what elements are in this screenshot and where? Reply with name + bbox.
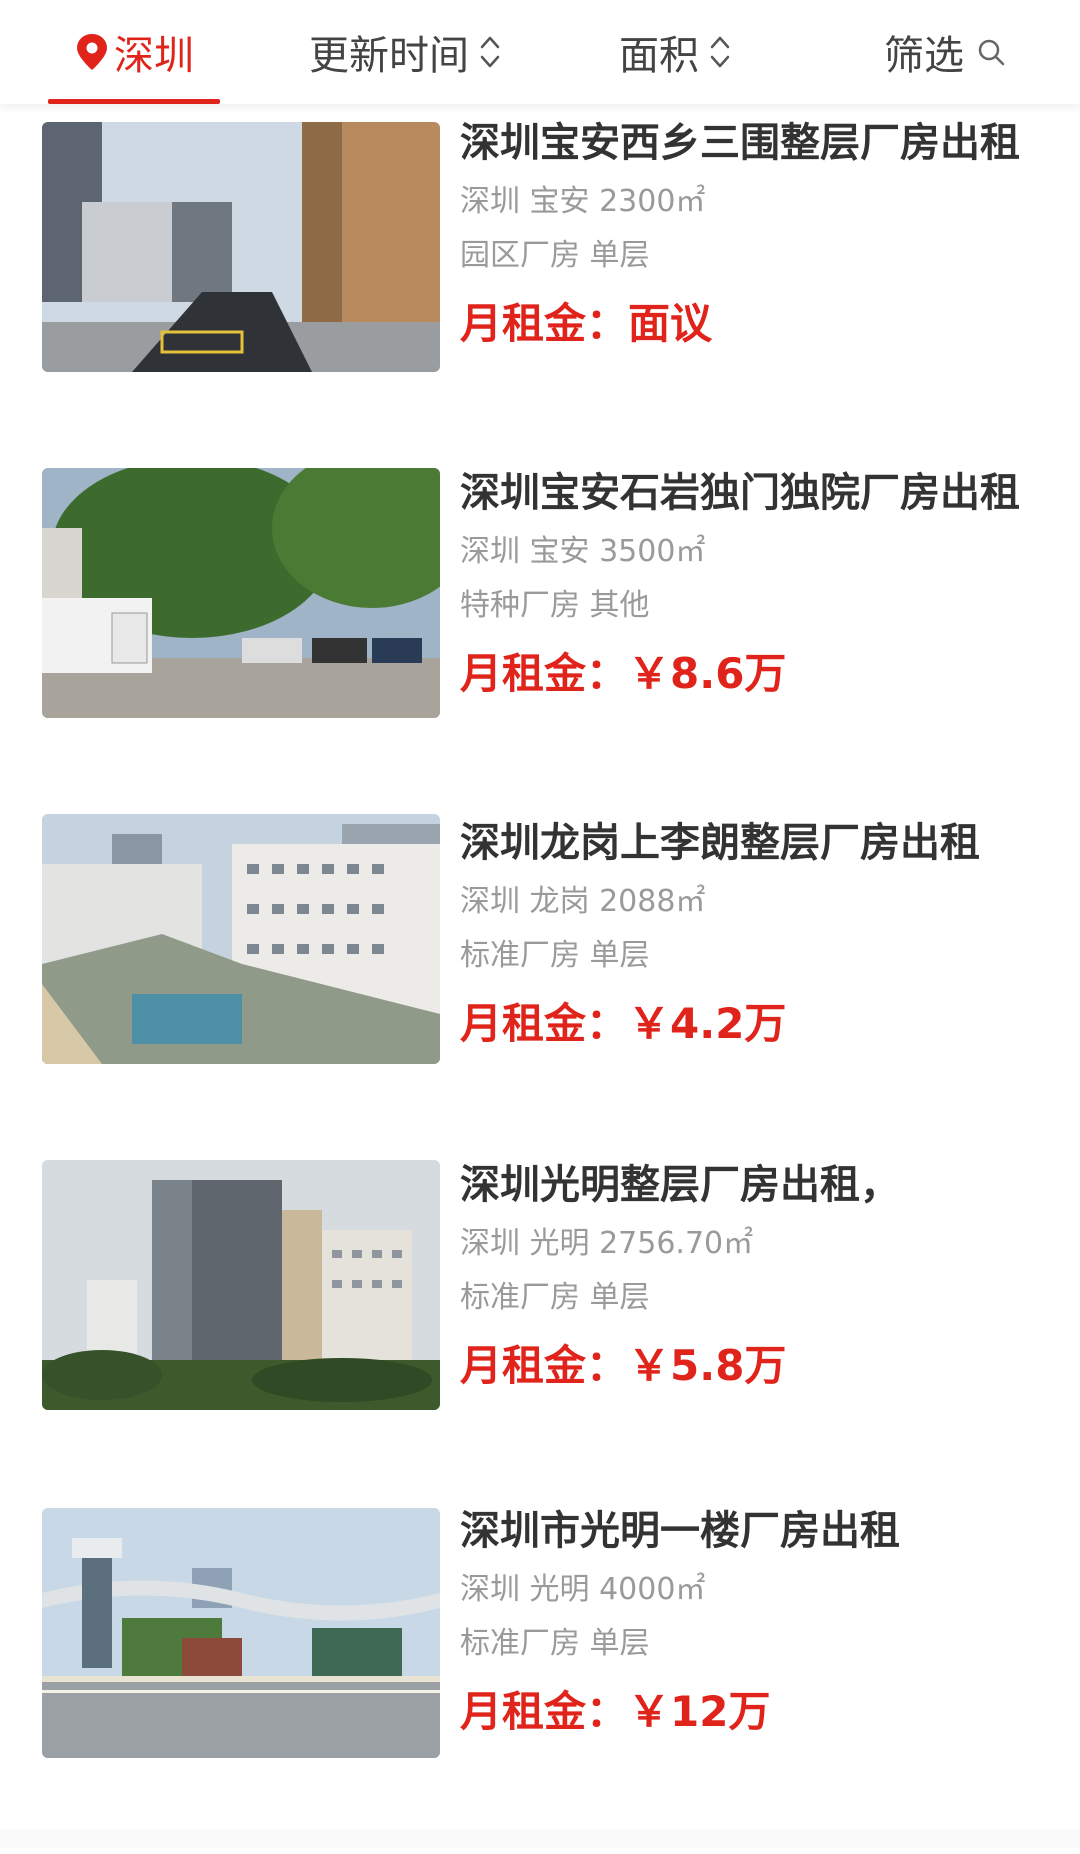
listing-type: 标准厂房 单层 xyxy=(460,1280,650,1315)
listing-location: 深圳 宝安 2300㎡ xyxy=(460,184,706,219)
search-icon xyxy=(978,39,1005,66)
listing-title: 深圳光明整层厂房出租， xyxy=(460,1162,900,1208)
listing-price: 月租金：￥4.2万 xyxy=(460,990,1050,1051)
price-label: 月租金： xyxy=(460,299,629,348)
listing-item[interactable]: 深圳宝安石岩独门独院厂房出租 深圳 宝安 3500㎡ 特种厂房 其他 月租金：￥… xyxy=(0,454,1080,804)
listing-location: 深圳 光明 4000㎡ xyxy=(460,1572,706,1607)
listing-type: 特种厂房 其他 xyxy=(460,588,650,623)
listing-price: 月租金：￥8.6万 xyxy=(460,640,1050,701)
listing-price: 月租金：面议 xyxy=(460,290,1050,351)
price-label: 月租金： xyxy=(460,1341,629,1390)
tab-area[interactable]: 面积 xyxy=(610,0,740,104)
tab-update-time-label: 更新时间 xyxy=(309,33,469,79)
listing-item[interactable]: 深圳宝安西乡三围整层厂房出租 深圳 宝安 2300㎡ 园区厂房 单层 月租金：面… xyxy=(0,104,1080,454)
listing-type: 标准厂房 单层 xyxy=(460,1626,650,1661)
listing-photo xyxy=(42,468,440,718)
listing-type: 园区厂房 单层 xyxy=(460,238,650,273)
listing-photo xyxy=(42,1508,440,1758)
listing-item[interactable]: 深圳龙岗上李朗整层厂房出租 深圳 龙岗 2088㎡ 标准厂房 单层 月租金：￥4… xyxy=(0,804,1080,1154)
price-value: ￥4.2万 xyxy=(628,999,787,1048)
price-label: 月租金： xyxy=(460,649,629,698)
listing-price: 月租金：￥5.8万 xyxy=(460,1332,1050,1393)
listing-location: 深圳 光明 2756.70㎡ xyxy=(460,1226,754,1261)
listing-title: 深圳龙岗上李朗整层厂房出租 xyxy=(460,820,980,866)
list-bottom-edge xyxy=(0,1830,1080,1848)
sort-icon xyxy=(480,36,500,68)
tab-update-time[interactable]: 更新时间 xyxy=(300,0,510,104)
price-value: 面议 xyxy=(628,299,713,348)
price-label: 月租金： xyxy=(460,999,629,1048)
factory-photo-5 xyxy=(42,1508,440,1758)
listing-item[interactable]: 深圳市光明一楼厂房出租 深圳 光明 4000㎡ 标准厂房 单层 月租金：￥12万 xyxy=(0,1504,1080,1854)
listing-item[interactable]: 深圳光明整层厂房出租， 深圳 光明 2756.70㎡ 标准厂房 单层 月租金：￥… xyxy=(0,1154,1080,1504)
price-value: ￥12万 xyxy=(628,1687,771,1736)
listing-location: 深圳 龙岗 2088㎡ xyxy=(460,884,706,919)
price-label: 月租金： xyxy=(460,1687,629,1736)
listing-title: 深圳宝安石岩独门独院厂房出租 xyxy=(460,470,1020,516)
tab-area-label: 面积 xyxy=(619,33,699,79)
listing-photo xyxy=(42,122,440,372)
listing-title: 深圳宝安西乡三围整层厂房出租 xyxy=(460,120,1020,166)
listing-title: 深圳市光明一楼厂房出租 xyxy=(460,1508,900,1554)
listing-location: 深圳 宝安 3500㎡ xyxy=(460,534,706,569)
factory-photo-1 xyxy=(42,122,440,372)
listing-price: 月租金：￥12万 xyxy=(460,1678,1050,1739)
factory-photo-4 xyxy=(42,1160,440,1410)
tab-filter-label: 筛选 xyxy=(884,33,964,79)
listing-type: 标准厂房 单层 xyxy=(460,938,650,973)
active-tab-underline xyxy=(48,99,220,104)
tab-filter[interactable]: 筛选 xyxy=(880,0,1010,104)
price-value: ￥5.8万 xyxy=(628,1341,787,1390)
listing-photo xyxy=(42,1160,440,1410)
filter-bar: 深圳 更新时间 面积 筛选 xyxy=(0,0,1080,104)
tab-city[interactable]: 深圳 xyxy=(48,0,220,104)
sort-icon xyxy=(710,36,730,68)
listing-photo xyxy=(42,814,440,1064)
factory-photo-2 xyxy=(42,468,440,718)
price-value: ￥8.6万 xyxy=(628,649,787,698)
location-pin-icon xyxy=(77,34,107,70)
tab-city-label: 深圳 xyxy=(114,33,194,79)
factory-photo-3 xyxy=(42,814,440,1064)
